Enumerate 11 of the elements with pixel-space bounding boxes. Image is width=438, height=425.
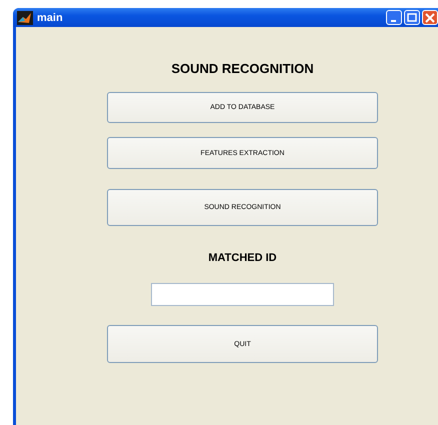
maximize-icon [407, 13, 417, 22]
app-icon [17, 10, 33, 24]
minimize-icon [390, 20, 396, 22]
minimize-button[interactable] [386, 10, 402, 25]
matched-id-label: MATCHED ID [207, 252, 278, 264]
close-icon [425, 12, 435, 22]
heading: SOUND RECOGNITION [170, 61, 315, 76]
maximize-button[interactable] [404, 10, 420, 25]
close-button[interactable] [422, 10, 438, 25]
matched-id-field[interactable] [151, 283, 334, 306]
window-title: main [37, 12, 63, 24]
